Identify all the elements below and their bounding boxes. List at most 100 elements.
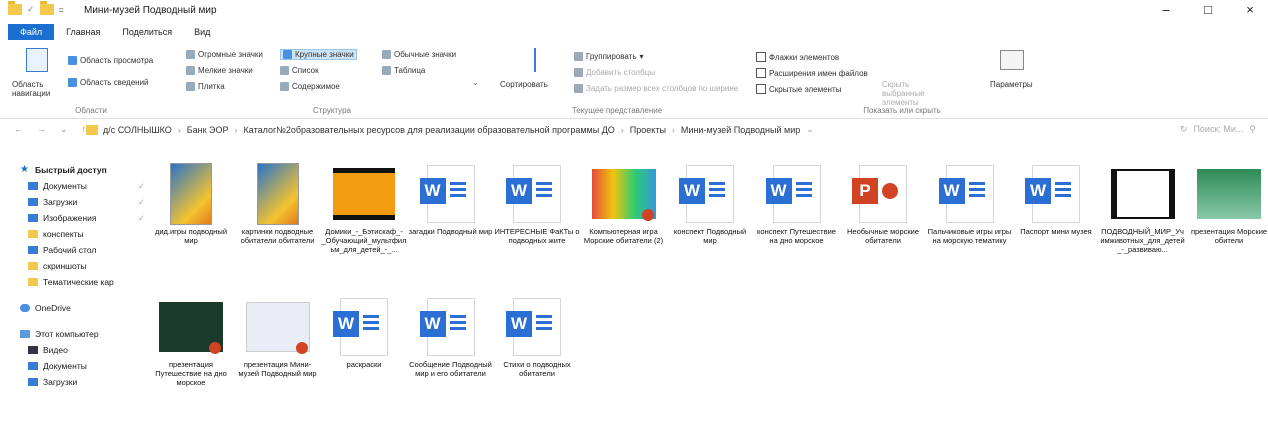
navigation-pane-button[interactable]: Область навигации [12,80,54,98]
breadcrumb-item[interactable]: Мини-музей Подводный мир [681,125,800,135]
search-input[interactable]: Поиск: Ми... [1193,124,1243,135]
ribbon: Область навигации Область просмотра Обла… [0,42,1268,119]
fit-columns-button[interactable]: Задать размер всех столбцов по ширине [574,84,738,93]
layout-normal-icons[interactable]: Обычные значки [382,50,456,59]
file-item[interactable]: картинки подводные обитатели обитатели [235,163,321,245]
word-document-icon-part [363,315,379,333]
sidebar-item-label: Быстрый доступ [35,165,107,175]
word-document-icon-part [363,327,379,330]
file-item[interactable]: дид.игры подводный мир [148,163,234,245]
file-item[interactable]: ПОДВОДНЫЙ_МИР_Учимживотных_для_детей_-_р… [1100,165,1186,254]
layout-content[interactable]: Содержимое [280,82,340,91]
word-document-icon-part [968,188,985,191]
sidebar-item-downloads[interactable]: Загрузки [20,374,145,390]
breadcrumb-item[interactable]: Проекты [630,125,666,135]
group-by-button[interactable]: Группировать ▾ [574,52,644,61]
layout-table[interactable]: Таблица [382,66,425,75]
close-button[interactable]: × [1242,2,1258,17]
powerpoint-icon-part: P [852,178,878,204]
layout-list[interactable]: Список [280,66,319,75]
breadcrumb-dropdown-icon[interactable]: ⌄ [806,124,814,135]
file-item[interactable]: W Стихи о подводных обитатели [494,298,580,378]
breadcrumb-item[interactable]: Каталог№2образовательных ресурсов для ре… [244,125,615,135]
sidebar-item-konspekty[interactable]: конспекты [20,226,145,242]
sidebar-item-thematic-cards[interactable]: Тематические кар [20,274,145,290]
file-item[interactable]: Компьютерная игра Морские обитатели (2) [581,165,667,245]
powerpoint-icon-part: P [852,165,907,223]
add-columns-button[interactable]: Добавить столбцы [574,68,655,77]
file-item[interactable]: презентация Мини-музей Подводный мир [235,298,321,378]
presentation-thumbnail [591,165,656,223]
minimize-button[interactable]: – [1158,2,1174,17]
layout-tiles[interactable]: Плитка [186,82,225,91]
folder-icon [28,278,38,286]
breadcrumb-item[interactable]: Банк ЭОР [187,125,229,135]
back-arrow-icon[interactable]: ← [14,124,23,135]
file-item[interactable]: W Паспорт мини музея [1013,165,1099,236]
tab-file[interactable]: Файл [8,24,55,40]
details-pane-button[interactable]: Область сведений [68,78,149,87]
star-icon: ★ [20,164,29,175]
word-document-icon: W [332,298,396,356]
sidebar-item-screenshots[interactable]: скриншоты [20,258,145,274]
check-icon[interactable]: ✓ [27,4,35,15]
file-item[interactable]: W Сообщение Подводный мир и его обитатели [408,298,494,378]
word-document-icon: W [419,165,483,223]
sidebar-item-documents[interactable]: Документы ✓ [20,178,145,194]
sidebar-item-pictures[interactable]: Изображения ✓ [20,210,145,226]
options-icon[interactable] [1000,50,1024,70]
sidebar-item-documents[interactable]: Документы [20,358,145,374]
word-document-icon-part: W [506,165,561,223]
file-item[interactable]: Wраскраски [321,298,407,369]
sidebar-item-quick-access[interactable]: ★ Быстрый доступ [20,162,145,178]
powerpoint-icon: P [851,165,915,223]
preview-pane-button[interactable]: Область просмотра [68,56,153,65]
file-item[interactable]: Wконспект Подводный мир [667,165,753,245]
forward-arrow-icon[interactable]: → [37,124,46,135]
maximize-button[interactable]: □ [1200,2,1216,17]
options-button[interactable]: Параметры [990,80,1033,89]
refresh-icon[interactable]: ↻ [1180,124,1188,135]
layout-large-label: Крупные значки [295,50,354,59]
word-document-icon-part: W [333,298,388,356]
layout-huge-icons[interactable]: Огромные значки [186,50,263,59]
navigation-pane-icon[interactable] [26,48,48,72]
tab-view[interactable]: Вид [184,25,220,39]
file-item[interactable]: Wконспект Путешествие на дно морское [754,165,840,245]
file-name: Пальчиковые игры игры на морскую тематик… [927,227,1012,245]
file-item[interactable]: Домики_-_Бэтискаф_-_Обучающий_мультфильм… [321,165,407,254]
dropdown-arrow-icon[interactable]: = [59,5,64,15]
tab-share[interactable]: Поделиться [112,25,182,39]
file-extensions-toggle[interactable]: Расширения имен файлов [756,68,868,78]
layout-large-icons[interactable]: Крупные значки [280,49,357,60]
hidden-items-toggle[interactable]: Скрытые элементы [756,84,841,94]
file-item[interactable]: презентация Морские обители [1186,165,1268,245]
sort-button[interactable]: Сортировать [500,80,548,89]
tab-home[interactable]: Главная [56,25,110,39]
file-item[interactable]: Wзагадки Подводный мир [408,165,494,236]
sidebar-item-desktop[interactable]: Рабочий стол [20,242,145,258]
new-folder-icon[interactable] [39,1,54,15]
breadcrumb-item[interactable]: д/с СОЛНЫШКО [103,125,172,135]
word-document-icon-part: W [333,311,359,337]
file-item[interactable]: W ИНТЕРЕСНЫЕ ФаКТы о подводных жите [494,165,580,245]
recent-locations-icon[interactable]: ⌄ [60,124,68,135]
breadcrumb[interactable]: д/с СОЛНЫШКО › Банк ЭОР › Каталог№2образ… [86,124,820,135]
layout-small-icons[interactable]: Мелкие значки [186,66,253,75]
sidebar-item-this-pc[interactable]: Этот компьютер [20,326,145,342]
word-document-icon-part [449,315,466,318]
sidebar-item-video[interactable]: Видео [20,342,145,358]
layout-expand-icon[interactable]: ⌄ [472,78,479,87]
pin-icon: ✓ [137,180,145,191]
item-checkboxes-toggle[interactable]: Флажки элементов [756,52,839,62]
word-document-icon-part: W [679,165,734,223]
sidebar-item-onedrive[interactable]: OneDrive [20,300,145,316]
file-item[interactable]: W Пальчиковые игры игры на морскую темати… [927,165,1013,245]
search-box[interactable]: ↻ Поиск: Ми... ⚲ [1180,124,1256,135]
file-item[interactable]: P Необычные морские обитатели [840,165,926,245]
sidebar-item-downloads[interactable]: Загрузки ✓ [20,194,145,210]
file-name: Необычные морские обитатели [846,227,920,245]
hide-selected-button[interactable]: Скрыть выбранные элементы [882,80,952,107]
folder-thumbnail-icon-part [256,163,299,225]
file-item[interactable]: презентация Путешествие на дно морское [148,298,234,387]
